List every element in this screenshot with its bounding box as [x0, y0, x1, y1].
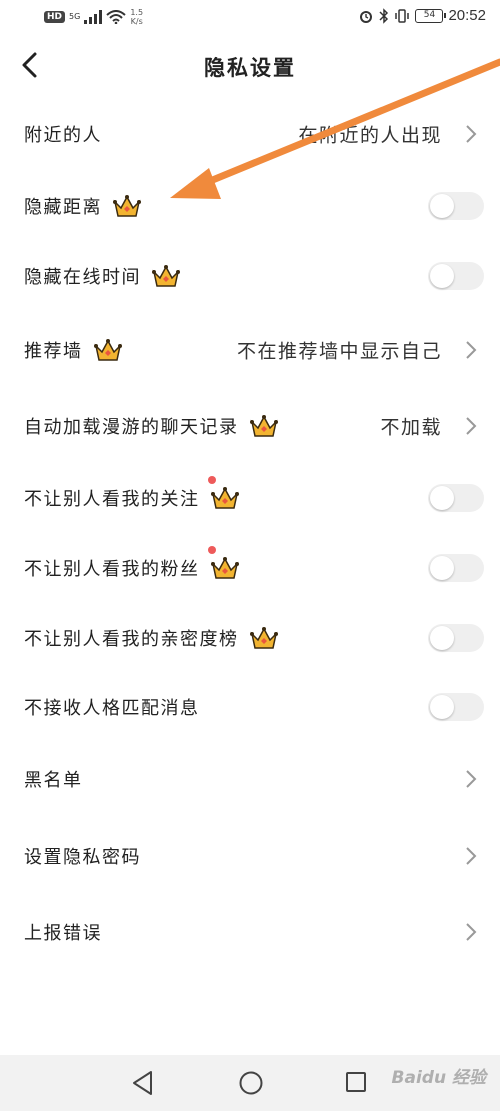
row-label-text: 不接收人格匹配消息: [24, 698, 200, 719]
crown-icon: [249, 415, 278, 437]
row-label: 附近的人: [24, 121, 102, 147]
row-hide-intimacy-rank: 不让别人看我的亲密度榜: [0, 603, 500, 673]
toggle-knob: [430, 626, 454, 650]
row-label: 黑名单: [24, 766, 83, 792]
row-label-text: 黑名单: [24, 770, 83, 791]
row-hide-fans: 不让别人看我的粉丝: [0, 533, 500, 603]
crown-icon: [113, 195, 141, 217]
chevron-right-icon: [466, 125, 477, 143]
hd-badge: HD: [44, 11, 66, 23]
status-left: HD 5G 1.5 K/s: [44, 8, 143, 26]
chevron-right-icon: [466, 417, 477, 435]
hide-fans-toggle[interactable]: [428, 554, 484, 582]
row-label-text: 不让别人看我的亲密度榜: [24, 629, 239, 650]
toggle-knob: [430, 556, 454, 580]
status-right: 54 20:52: [358, 7, 486, 24]
row-value: 不在推荐墙中显示自己: [236, 340, 442, 363]
crown-icon: [249, 627, 278, 649]
net-speed-value: 1.5: [130, 8, 144, 17]
chevron-right-icon: [466, 923, 477, 941]
alarm-icon: [360, 10, 373, 23]
row-label-text: 隐藏距离: [24, 197, 102, 218]
bluetooth-icon: [379, 7, 389, 24]
new-badge-dot: [208, 546, 216, 554]
row-label: 不接收人格匹配消息: [24, 694, 200, 720]
row-label-text: 上报错误: [24, 923, 102, 944]
row-label: 设置隐私密码: [24, 843, 141, 869]
row-label: 上报错误: [24, 919, 102, 945]
row-label: 隐藏距离: [24, 193, 142, 219]
nav-home-icon[interactable]: [238, 1070, 264, 1096]
page-title: 隐私设置: [204, 56, 296, 80]
row-label: 不让别人看我的关注: [24, 485, 240, 511]
status-bar: HD 5G 1.5 K/s 54 20:52: [0, 0, 500, 36]
row-blacklist[interactable]: 黑名单: [0, 744, 500, 814]
hide-following-toggle[interactable]: [428, 484, 484, 512]
crown-icon: [93, 339, 122, 361]
header: 隐私设置: [0, 36, 500, 98]
vibrate-icon: [395, 8, 410, 23]
row-label-text: 自动加载漫游的聊天记录: [24, 417, 239, 438]
row-nearby-people[interactable]: 附近的人 在附近的人出现: [0, 99, 500, 169]
row-label-text: 隐藏在线时间: [24, 267, 141, 288]
row-hide-online-time: 隐藏在线时间: [0, 241, 500, 311]
toggle-knob: [430, 194, 454, 218]
row-label: 不让别人看我的粉丝: [24, 555, 240, 581]
watermark-logo: Baidu 经验: [391, 1068, 486, 1088]
navigation-bar: Baidu 经验: [0, 1055, 500, 1111]
chevron-right-icon: [466, 847, 477, 865]
row-label-text: 推荐墙: [24, 341, 83, 362]
nav-back-icon[interactable]: [130, 1069, 156, 1097]
network-type: 5G: [69, 12, 81, 21]
hide-intimacy-rank-toggle[interactable]: [428, 624, 484, 652]
row-label-text: 设置隐私密码: [24, 847, 141, 868]
row-hide-following: 不让别人看我的关注: [0, 463, 500, 533]
status-time: 20:52: [448, 7, 486, 24]
no-personality-match-toggle[interactable]: [428, 693, 484, 721]
chevron-right-icon: [466, 770, 477, 788]
row-auto-load-chat-history[interactable]: 自动加载漫游的聊天记录 不加载: [0, 391, 500, 461]
row-no-personality-match: 不接收人格匹配消息: [0, 672, 500, 742]
row-label-text: 不让别人看我的粉丝: [24, 559, 200, 580]
net-speed: 1.5 K/s: [130, 8, 143, 26]
hide-distance-toggle[interactable]: [428, 192, 484, 220]
wifi-icon: [106, 10, 126, 24]
row-label-text: 附近的人: [24, 125, 102, 146]
row-hide-distance: 隐藏距离: [0, 171, 500, 241]
toggle-knob: [430, 264, 454, 288]
row-privacy-password[interactable]: 设置隐私密码: [0, 821, 500, 891]
new-badge-dot: [208, 476, 216, 484]
hide-online-time-toggle[interactable]: [428, 262, 484, 290]
crown-icon: [152, 265, 180, 287]
toggle-knob: [430, 695, 454, 719]
row-label: 推荐墙: [24, 337, 123, 363]
signal-icon: [84, 10, 103, 24]
row-report-error[interactable]: 上报错误: [0, 897, 500, 967]
battery-icon: 54: [415, 8, 447, 23]
crown-icon: [210, 557, 239, 579]
toggle-knob: [430, 486, 454, 510]
chevron-right-icon: [466, 341, 477, 359]
row-value: 不加载: [380, 416, 442, 439]
row-value: 在附近的人出现: [298, 124, 442, 147]
crown-icon: [210, 487, 239, 509]
row-label: 隐藏在线时间: [24, 263, 181, 289]
row-label: 不让别人看我的亲密度榜: [24, 625, 279, 651]
nav-recent-icon[interactable]: [345, 1071, 367, 1093]
row-recommend-wall[interactable]: 推荐墙 不在推荐墙中显示自己: [0, 315, 500, 385]
row-label: 自动加载漫游的聊天记录: [24, 413, 279, 439]
net-speed-unit: K/s: [130, 17, 143, 26]
row-label-text: 不让别人看我的关注: [24, 489, 200, 510]
